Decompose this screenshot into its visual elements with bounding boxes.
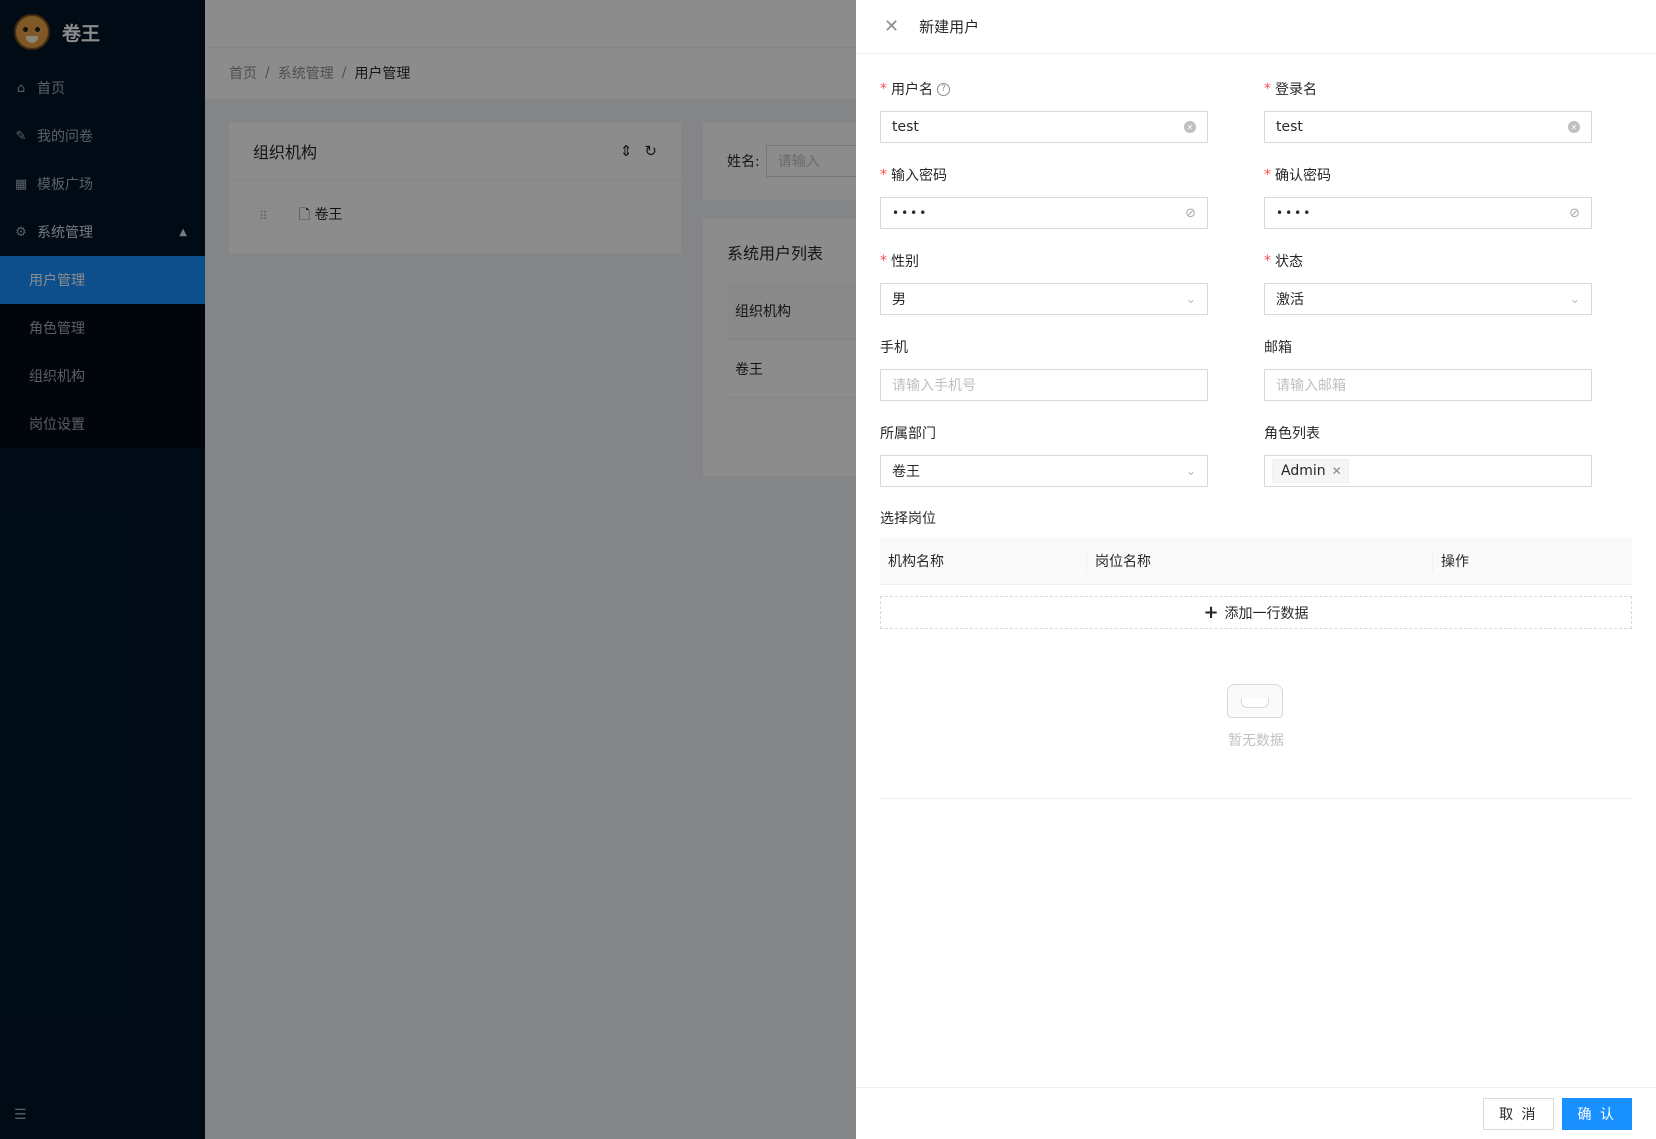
required-mark: * — [1264, 81, 1271, 97]
gender-value: 男 — [892, 292, 906, 308]
required-mark: * — [880, 167, 887, 183]
confirm-button[interactable]: 确 认 — [1561, 1097, 1632, 1130]
login-name-label: 登录名 — [1275, 82, 1317, 98]
roles-select[interactable]: Admin ✕ — [1264, 455, 1592, 487]
confirm-password-label: 确认密码 — [1275, 168, 1331, 184]
login-name-field: * 登录名 test ✕ — [1264, 78, 1592, 143]
status-label: 状态 — [1275, 254, 1303, 270]
field-label: 所属部门 — [880, 422, 1208, 444]
empty-state: 暂无数据 — [880, 629, 1632, 799]
field-label: * 登录名 — [1264, 78, 1592, 100]
empty-inbox-icon — [1225, 678, 1287, 718]
empty-text: 暂无数据 — [1228, 732, 1284, 749]
table-header: 机构名称 岗位名称 操作 — [880, 537, 1632, 585]
password-input[interactable]: •••• ⊘ — [880, 197, 1208, 229]
column-header-org: 机构名称 — [888, 553, 944, 570]
eye-invisible-icon[interactable]: ⊘ — [1185, 206, 1196, 221]
username-label: 用户名 — [891, 82, 933, 98]
tag-close-icon[interactable]: ✕ — [1332, 464, 1342, 478]
roles-label: 角色列表 — [1264, 426, 1320, 442]
field-label: 角色列表 — [1264, 422, 1592, 444]
add-row-button[interactable]: + 添加一行数据 — [880, 596, 1632, 629]
clear-icon[interactable]: ✕ — [1184, 121, 1196, 133]
confirm-password-input[interactable]: •••• ⊘ — [1264, 197, 1592, 229]
field-label: * 输入密码 — [880, 164, 1208, 186]
status-select[interactable]: 激活 ⌄ — [1264, 283, 1592, 315]
drawer-header: ✕ 新建用户 — [856, 0, 1656, 54]
password-label: 输入密码 — [891, 168, 947, 184]
confirm-password-value: •••• — [1276, 206, 1313, 220]
required-mark: * — [1264, 167, 1271, 183]
username-input[interactable]: test ✕ — [880, 111, 1208, 143]
role-tag-label: Admin — [1281, 463, 1326, 479]
status-field: * 状态 激活 ⌄ — [1264, 250, 1592, 315]
drawer-title: 新建用户 — [919, 18, 980, 36]
roles-field: 角色列表 Admin ✕ — [1264, 422, 1592, 487]
phone-field: 手机 请输入手机号 — [880, 336, 1208, 401]
department-field: 所属部门 卷王 ⌄ — [880, 422, 1208, 487]
required-mark: * — [880, 253, 887, 269]
confirm-password-field: * 确认密码 •••• ⊘ — [1264, 164, 1592, 229]
drawer-footer: 取 消 确 认 — [856, 1087, 1656, 1139]
chevron-down-icon: ⌄ — [1185, 464, 1196, 478]
field-label: * 状态 — [1264, 250, 1592, 272]
new-user-drawer: ✕ 新建用户 * 用户名 ? test ✕ * 登录名 test ✕ * 输入密… — [856, 0, 1656, 1139]
login-name-input[interactable]: test ✕ — [1264, 111, 1592, 143]
email-label: 邮箱 — [1264, 340, 1292, 356]
email-input[interactable]: 请输入邮箱 — [1264, 369, 1592, 401]
password-field: * 输入密码 •••• ⊘ — [880, 164, 1208, 229]
username-value: test — [892, 119, 919, 135]
department-label: 所属部门 — [880, 426, 936, 442]
cancel-button[interactable]: 取 消 — [1483, 1097, 1554, 1130]
status-value: 激活 — [1276, 292, 1304, 308]
field-label: 手机 — [880, 336, 1208, 358]
required-mark: * — [880, 81, 887, 97]
gender-select[interactable]: 男 ⌄ — [880, 283, 1208, 315]
field-label: 邮箱 — [1264, 336, 1592, 358]
role-tag: Admin ✕ — [1272, 459, 1349, 483]
clear-icon[interactable]: ✕ — [1568, 121, 1580, 133]
field-label: * 性别 — [880, 250, 1208, 272]
add-row-label: 添加一行数据 — [1224, 605, 1309, 622]
department-tree-select[interactable]: 卷王 ⌄ — [880, 455, 1208, 487]
required-mark: * — [1264, 253, 1271, 269]
password-value: •••• — [892, 206, 929, 220]
username-field: * 用户名 ? test ✕ — [880, 78, 1208, 143]
email-placeholder: 请输入邮箱 — [1276, 378, 1346, 394]
close-icon[interactable]: ✕ — [884, 16, 899, 37]
positions-table: 机构名称 岗位名称 操作 + 添加一行数据 暂无数据 — [880, 537, 1632, 799]
question-circle-icon[interactable]: ? — [937, 82, 950, 96]
column-header-action: 操作 — [1432, 549, 1632, 572]
phone-placeholder: 请输入手机号 — [892, 378, 976, 394]
field-label: * 用户名 ? — [880, 78, 1208, 100]
chevron-down-icon: ⌄ — [1569, 292, 1580, 306]
plus-icon: + — [1203, 602, 1219, 623]
gender-label: 性别 — [891, 254, 919, 270]
chevron-down-icon: ⌄ — [1185, 292, 1196, 306]
email-field: 邮箱 请输入邮箱 — [1264, 336, 1592, 401]
column-header-position: 岗位名称 — [1086, 549, 1432, 572]
phone-label: 手机 — [880, 340, 908, 356]
phone-input[interactable]: 请输入手机号 — [880, 369, 1208, 401]
eye-invisible-icon[interactable]: ⊘ — [1569, 206, 1580, 221]
gender-field: * 性别 男 ⌄ — [880, 250, 1208, 315]
positions-label: 选择岗位 — [880, 511, 936, 527]
department-value: 卷王 — [892, 464, 920, 480]
field-label: * 确认密码 — [1264, 164, 1592, 186]
login-name-value: test — [1276, 119, 1303, 135]
